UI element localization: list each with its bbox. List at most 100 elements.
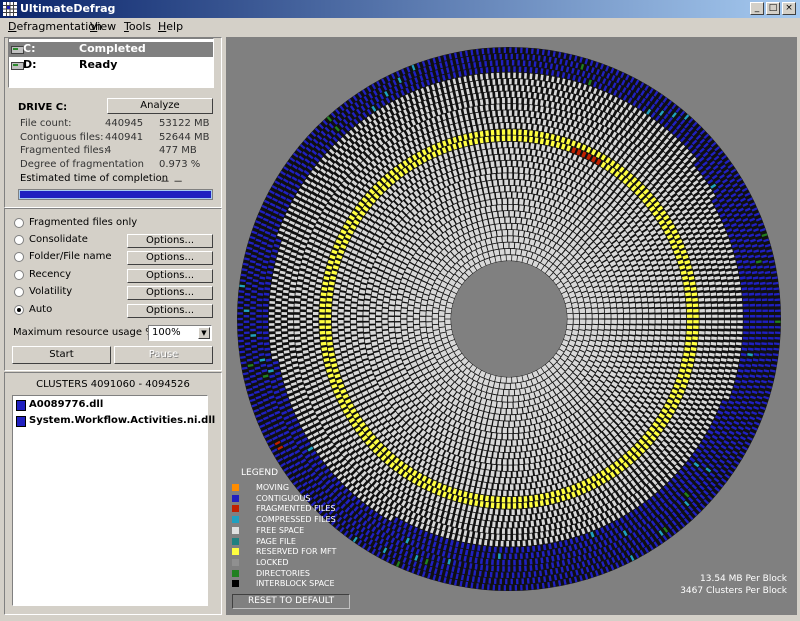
- cluster-block[interactable]: [525, 111, 529, 117]
- cluster-block[interactable]: [489, 123, 493, 130]
- cluster-block[interactable]: [485, 501, 489, 508]
- cluster-block[interactable]: [363, 322, 369, 327]
- cluster-block[interactable]: [509, 148, 514, 154]
- cluster-block[interactable]: [338, 303, 345, 308]
- cluster-block[interactable]: [518, 528, 522, 534]
- cluster-block[interactable]: [508, 522, 512, 528]
- cluster-block[interactable]: [502, 72, 505, 79]
- cluster-block[interactable]: [749, 331, 756, 335]
- cluster-block[interactable]: [500, 540, 504, 547]
- cluster-block[interactable]: [294, 298, 301, 302]
- cluster-block[interactable]: [522, 508, 526, 515]
- cluster-block[interactable]: [345, 333, 351, 338]
- cluster-block[interactable]: [501, 534, 505, 541]
- cluster-block[interactable]: [521, 54, 525, 60]
- cluster-block[interactable]: [514, 553, 518, 560]
- cluster-block[interactable]: [718, 314, 724, 318]
- cluster-block[interactable]: [692, 297, 698, 302]
- cluster-block[interactable]: [507, 471, 511, 478]
- cluster-block[interactable]: [518, 534, 522, 541]
- cluster-block[interactable]: [513, 167, 518, 173]
- cluster-block[interactable]: [513, 458, 518, 465]
- cluster-block[interactable]: [731, 314, 737, 318]
- consolidate-options-button[interactable]: Options...: [127, 234, 213, 248]
- cluster-block[interactable]: [492, 521, 496, 528]
- cluster-block[interactable]: [519, 490, 524, 496]
- cluster-block[interactable]: [350, 319, 357, 324]
- cluster-block[interactable]: [301, 339, 308, 343]
- cluster-block[interactable]: [768, 315, 775, 318]
- cluster-block[interactable]: [756, 320, 762, 324]
- cluster-block[interactable]: [351, 330, 357, 335]
- cluster-block[interactable]: [492, 584, 496, 591]
- cluster-block[interactable]: [502, 459, 507, 465]
- cluster-block[interactable]: [496, 66, 500, 73]
- cluster-block[interactable]: [307, 336, 314, 341]
- cluster-block[interactable]: [489, 60, 493, 67]
- cluster-block[interactable]: [654, 303, 661, 308]
- cluster-block[interactable]: [521, 117, 525, 123]
- cluster-block[interactable]: [344, 317, 350, 321]
- cluster-block[interactable]: [743, 320, 750, 324]
- cluster-block[interactable]: [256, 309, 262, 313]
- cluster-block[interactable]: [269, 306, 275, 310]
- cluster-block[interactable]: [526, 578, 530, 584]
- cluster-block[interactable]: [325, 325, 332, 330]
- menu-defragmentation[interactable]: Defragmentation: [8, 20, 102, 33]
- cluster-block[interactable]: [686, 308, 693, 313]
- cluster-block[interactable]: [507, 566, 511, 572]
- cluster-block[interactable]: [244, 331, 250, 335]
- cluster-block[interactable]: [528, 60, 532, 67]
- cluster-block[interactable]: [363, 311, 369, 316]
- cluster-block[interactable]: [306, 325, 313, 329]
- cluster-block[interactable]: [319, 314, 325, 318]
- cluster-block[interactable]: [513, 465, 518, 471]
- cluster-block[interactable]: [711, 309, 718, 313]
- cluster-block[interactable]: [513, 72, 516, 79]
- volatility-options-button[interactable]: Options...: [127, 286, 213, 300]
- cluster-block[interactable]: [673, 330, 680, 335]
- cluster-block[interactable]: [332, 300, 339, 305]
- cluster-block[interactable]: [350, 308, 357, 313]
- cluster-block[interactable]: [505, 53, 508, 60]
- cluster-block[interactable]: [718, 325, 724, 329]
- cluster-block[interactable]: [705, 331, 711, 335]
- cluster-block[interactable]: [749, 336, 755, 340]
- cluster-block[interactable]: [512, 160, 517, 167]
- cluster-block[interactable]: [312, 322, 319, 327]
- cluster-block[interactable]: [491, 66, 494, 73]
- cluster-block[interactable]: [511, 154, 515, 160]
- cluster-block[interactable]: [666, 297, 673, 302]
- cluster-block[interactable]: [518, 72, 522, 79]
- cluster-block[interactable]: [648, 325, 655, 330]
- cluster-block[interactable]: [507, 528, 511, 534]
- cluster-block[interactable]: [511, 122, 515, 129]
- cluster-block[interactable]: [511, 478, 515, 484]
- cluster-block[interactable]: [268, 323, 275, 326]
- cluster-block[interactable]: [489, 540, 493, 546]
- cluster-block[interactable]: [488, 546, 492, 553]
- cluster-block[interactable]: [717, 331, 724, 335]
- cluster-block[interactable]: [345, 300, 351, 305]
- cluster-block[interactable]: [244, 336, 250, 340]
- cluster-block[interactable]: [497, 458, 502, 465]
- menu-help[interactable]: Help: [158, 20, 183, 33]
- analyze-button[interactable]: Analyze: [107, 98, 213, 114]
- cluster-block[interactable]: [755, 336, 762, 340]
- cluster-block[interactable]: [325, 320, 332, 324]
- cluster-block[interactable]: [501, 97, 505, 104]
- cluster-block[interactable]: [344, 311, 351, 316]
- cluster-block[interactable]: [502, 173, 507, 179]
- cluster-block[interactable]: [512, 471, 517, 478]
- cluster-block[interactable]: [526, 514, 531, 521]
- resource-select[interactable]: 100% ▼: [148, 325, 212, 341]
- cluster-block[interactable]: [500, 477, 504, 484]
- cluster-block[interactable]: [524, 167, 529, 174]
- cluster-block[interactable]: [661, 319, 668, 324]
- cluster-block[interactable]: [243, 315, 250, 318]
- cluster-block[interactable]: [485, 527, 489, 533]
- cluster-block[interactable]: [507, 534, 511, 541]
- cluster-block[interactable]: [275, 331, 282, 335]
- cluster-block[interactable]: [507, 559, 511, 566]
- cluster-block[interactable]: [525, 584, 529, 591]
